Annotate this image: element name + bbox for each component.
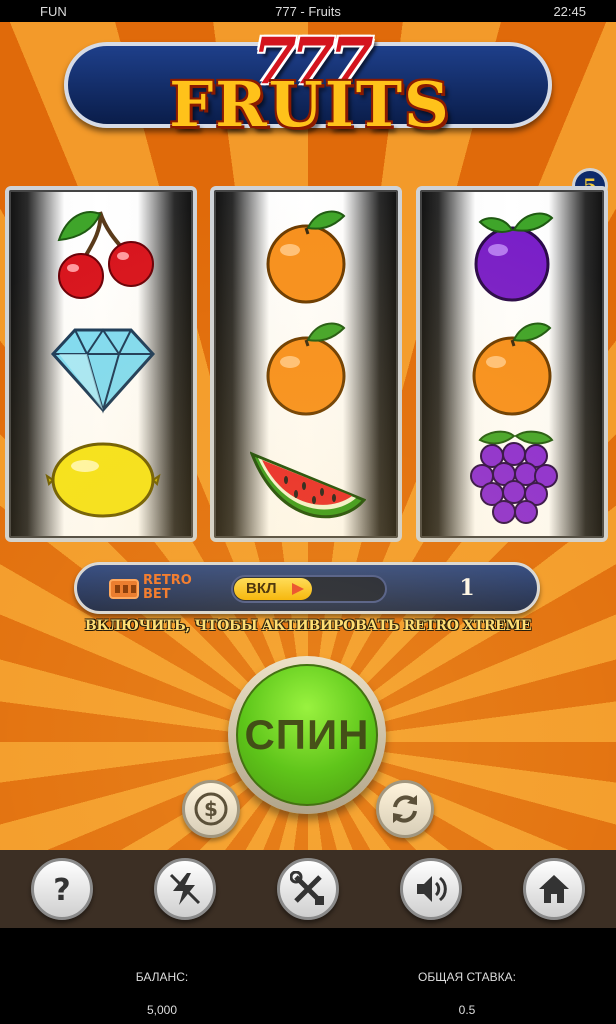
turbo-button[interactable] <box>154 858 216 920</box>
bottom-toolbar: ? <box>0 850 616 928</box>
watermelon-icon <box>250 451 366 519</box>
svg-text:?: ? <box>53 873 70 907</box>
reel-2 <box>210 186 402 542</box>
spin-button-ring: СПИН <box>228 656 386 814</box>
retro-xtreme-hint: ВКЛЮЧИТЬ, ЧТОБЫ АКТИВИРОВАТЬ RETRO XTREM… <box>84 618 532 634</box>
total-bet-label: ОБЩАЯ СТАВКА: <box>418 970 516 984</box>
help-button[interactable]: ? <box>31 858 93 920</box>
settings-button[interactable] <box>277 858 339 920</box>
sound-button[interactable] <box>400 858 462 920</box>
home-button[interactable] <box>523 858 585 920</box>
home-icon <box>539 875 569 903</box>
lemon-icon <box>45 442 161 518</box>
balance-label: БАЛАНС: <box>135 970 189 984</box>
svg-text:$: $ <box>204 797 218 821</box>
dollar-coin-icon: $ <box>194 792 228 826</box>
status-bar: FUN 777 - Fruits 22:45 <box>0 0 616 22</box>
grapes-icon <box>470 430 558 524</box>
toggle-knob[interactable]: ВКЛ <box>234 578 312 600</box>
reel-1 <box>5 186 197 542</box>
total-bet-value: 0.5 <box>458 1003 476 1017</box>
retro-bet-icon <box>109 579 139 599</box>
retro-xtreme-toggle[interactable]: ВКЛ <box>231 575 387 603</box>
footer: БАЛАНС: 5,000 ОБЩАЯ СТАВКА: 0.5 <box>0 928 616 1024</box>
help-icon: ? <box>53 873 70 907</box>
refresh-icon <box>393 795 417 823</box>
bet-value: 1 <box>459 575 475 601</box>
cherry-icon <box>57 211 154 299</box>
logo-title: FRUITS <box>169 68 451 141</box>
retro-bet-label: RETRO BET <box>143 573 192 602</box>
diamond-icon <box>50 328 156 414</box>
sound-icon <box>417 876 447 902</box>
plum-icon <box>474 212 554 302</box>
spin-button[interactable]: СПИН <box>236 664 378 806</box>
game-stage: 777 FRUITS 5 <box>0 22 616 850</box>
orange-icon <box>266 210 346 304</box>
settings-tools-icon <box>290 871 324 905</box>
autoplay-button[interactable] <box>376 780 434 838</box>
reel-3 <box>416 186 608 542</box>
balance-value: 5,000 <box>146 1003 178 1017</box>
orange-icon <box>472 322 552 416</box>
lightning-icon <box>169 873 201 905</box>
window-title: 777 - Fruits <box>275 4 341 19</box>
coin-bet-button[interactable]: $ <box>182 780 240 838</box>
clock: 22:45 <box>553 4 586 19</box>
orange-icon <box>266 322 346 416</box>
bet-bar: RETRO BET ВКЛ 1 <box>74 562 540 614</box>
